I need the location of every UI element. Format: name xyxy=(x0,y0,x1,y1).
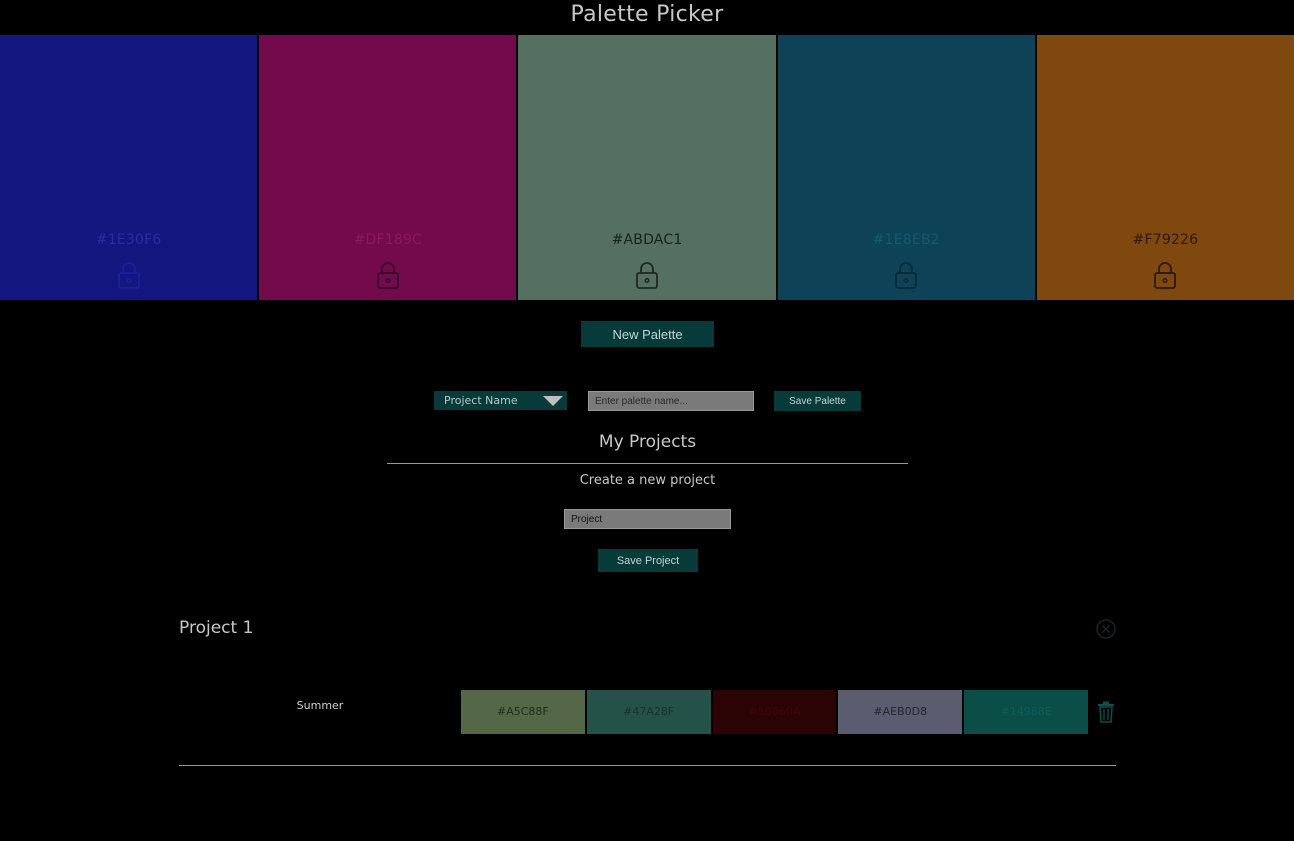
saved-swatch[interactable]: #AEB0D8 xyxy=(838,690,963,734)
lock-icon[interactable] xyxy=(894,261,918,289)
project-select[interactable]: Project Name xyxy=(434,391,567,410)
swatch[interactable]: #ABDAC1 xyxy=(518,35,776,300)
my-projects-heading: My Projects xyxy=(598,432,697,452)
project-select-value: Project Name xyxy=(444,394,518,407)
saved-swatch[interactable]: #14988E xyxy=(964,690,1088,734)
swatch[interactable]: #1E30F6 xyxy=(0,35,258,300)
divider xyxy=(179,765,1116,766)
lock-icon[interactable] xyxy=(635,261,659,289)
saved-swatch[interactable]: #50060A xyxy=(712,690,837,734)
swatch[interactable]: #F79226 xyxy=(1036,35,1294,300)
swatch-hex-label: #DF189C xyxy=(353,232,423,248)
saved-swatch[interactable]: #A5C88F xyxy=(461,690,585,734)
close-icon[interactable] xyxy=(1096,619,1116,639)
saved-swatch[interactable]: #47A28F xyxy=(586,690,711,734)
save-project-button[interactable]: Save Project xyxy=(598,549,698,572)
chevron-down-icon xyxy=(543,396,563,406)
lock-icon[interactable] xyxy=(117,261,141,289)
swatch-hex-label: #ABDAC1 xyxy=(611,232,683,248)
divider xyxy=(387,463,908,464)
save-palette-button[interactable]: Save Palette xyxy=(774,391,861,411)
new-palette-button[interactable]: New Palette xyxy=(581,321,714,347)
swatch[interactable]: #1E8EB2 xyxy=(777,35,1035,300)
swatch-hex-label: #F79226 xyxy=(1132,232,1199,248)
trash-icon[interactable] xyxy=(1097,701,1115,723)
saved-palette-swatches: #A5C88F #47A28F #50060A #AEB0D8 #14988E xyxy=(461,690,1088,734)
swatch[interactable]: #DF189C xyxy=(259,35,517,300)
swatch-hex-label: #1E30F6 xyxy=(95,232,162,248)
project-name-input[interactable] xyxy=(564,509,731,529)
color-swatches: #1E30F6 #DF189C #ABDAC1 #1E8EB2 #F79226 xyxy=(0,35,1294,300)
palette-name-input[interactable] xyxy=(588,391,754,411)
swatch-hex-label: #1E8EB2 xyxy=(872,232,940,248)
lock-icon[interactable] xyxy=(1153,261,1177,289)
app-title: Palette Picker xyxy=(570,2,724,27)
create-project-label: Create a new project xyxy=(579,473,716,488)
lock-icon[interactable] xyxy=(376,261,400,289)
saved-palette-name: Summer xyxy=(296,699,344,712)
project-name: Project 1 xyxy=(179,618,254,638)
